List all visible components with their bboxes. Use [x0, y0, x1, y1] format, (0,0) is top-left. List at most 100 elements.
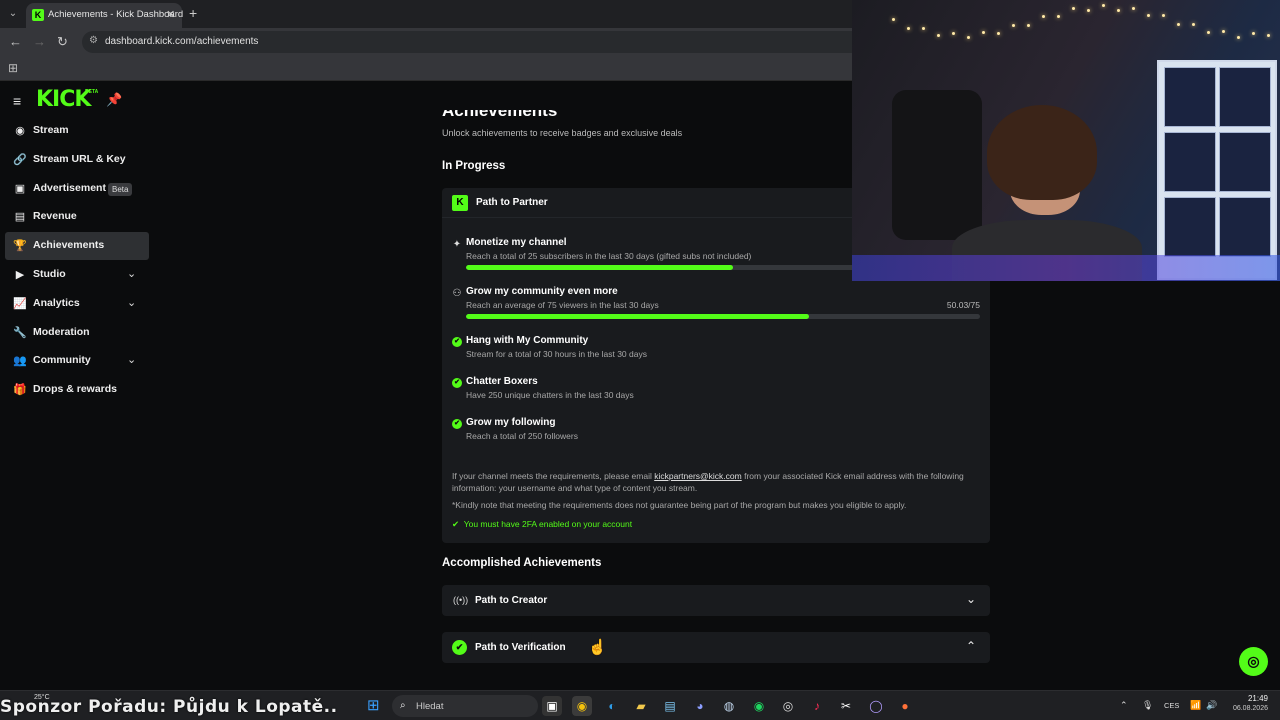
- chevron-down-icon[interactable]: ⌄: [966, 592, 976, 606]
- verified-badge-icon: ✔: [452, 640, 467, 655]
- fairy-light: [1027, 23, 1030, 27]
- requirement-title: Hang with My Community: [466, 335, 589, 346]
- bookmarks-bar: ⊞: [0, 56, 852, 81]
- sidebar-item-revenue[interactable]: ▤ Revenue: [5, 203, 149, 231]
- address-bar[interactable]: ⚙ dashboard.kick.com/achievements: [82, 31, 852, 53]
- sidebar-item-stream-url-key[interactable]: 🔗 Stream URL & Key: [5, 146, 149, 174]
- volume-icon[interactable]: 🔊: [1206, 700, 1217, 711]
- sidebar-item-analytics[interactable]: 📈 Analytics ⌄: [5, 290, 149, 318]
- windows-start-icon[interactable]: ⊞: [367, 698, 383, 714]
- partner-disclaimer: *Kindly note that meeting the requiremen…: [452, 500, 907, 510]
- capcut-icon[interactable]: ✂: [836, 696, 856, 716]
- accomplished-title: Path to Verification: [475, 642, 566, 653]
- broadcast-icon: ((•)): [453, 595, 469, 605]
- requirement-description: Reach an average of 75 viewers in the la…: [466, 300, 659, 310]
- taskbar-date[interactable]: 06.08.2026: [1222, 705, 1268, 712]
- menu-icon[interactable]: ≡: [13, 93, 21, 109]
- forward-icon[interactable]: →: [33, 34, 46, 49]
- requirement-title: Grow my community even more: [466, 286, 618, 297]
- site-info-icon[interactable]: ⚙: [89, 35, 98, 46]
- accomplished-item-path-to-verification[interactable]: ✔ Path to Verification ⌃: [442, 632, 990, 663]
- check-circle-icon: ✔: [452, 337, 462, 347]
- partner-note: If your channel meets the requirements, …: [452, 471, 964, 493]
- obs-icon[interactable]: ◎: [778, 696, 798, 716]
- taskbar-time[interactable]: 21:49: [1230, 694, 1268, 703]
- tab-close-icon[interactable]: ✕: [166, 8, 175, 21]
- requirement-title: Chatter Boxers: [466, 376, 538, 387]
- requirement-description: Reach a total of 25 subscribers in the l…: [466, 251, 752, 261]
- fairy-light: [1012, 24, 1015, 28]
- sidebar-item-achievements[interactable]: 🏆 Achievements: [5, 232, 149, 261]
- spotify-icon[interactable]: ◉: [749, 696, 769, 716]
- check-icon: ✔: [452, 519, 460, 529]
- sidebar-item-community[interactable]: 👥 Community ⌄: [5, 347, 149, 375]
- in-progress-heading: In Progress: [442, 160, 506, 172]
- task-view-icon[interactable]: ▣: [542, 696, 562, 716]
- chevron-down-icon[interactable]: ⌄: [127, 353, 136, 366]
- ad-icon: ▣: [14, 182, 26, 195]
- fairy-light: [1267, 34, 1270, 38]
- tray-chevron-icon[interactable]: ⌃: [1120, 700, 1128, 711]
- notepad-icon[interactable]: ▤: [660, 696, 680, 716]
- browser-tab-active[interactable]: K Achievements - Kick Dashboard ✕: [26, 3, 184, 28]
- back-icon[interactable]: ←: [9, 34, 22, 49]
- language-indicator[interactable]: CES: [1164, 701, 1179, 710]
- chevron-up-icon[interactable]: ⌃: [966, 639, 976, 653]
- sidebar-item-label: Analytics: [33, 296, 80, 309]
- fairy-light: [1147, 13, 1150, 17]
- fairy-light: [892, 18, 895, 21]
- check-circle-icon: ✔: [452, 419, 462, 429]
- support-chat-button[interactable]: ◎: [1239, 647, 1268, 676]
- address-url[interactable]: dashboard.kick.com/achievements: [105, 36, 258, 47]
- file-explorer-icon[interactable]: ▰: [631, 696, 651, 716]
- sidebar-item-advertisement[interactable]: ▣ Advertisement Beta: [5, 175, 149, 203]
- sidebar-item-label: Achievements: [33, 239, 105, 252]
- new-tab-button[interactable]: +: [189, 5, 197, 21]
- apps-grid-icon[interactable]: ⊞: [8, 61, 18, 75]
- fairy-light: [967, 35, 970, 39]
- firefox-icon[interactable]: ●: [895, 696, 915, 716]
- sidebar-item-studio[interactable]: ▶ Studio ⌄: [5, 261, 149, 289]
- accomplished-item-path-to-creator[interactable]: ((•)) Path to Creator ⌄: [442, 585, 990, 616]
- reload-icon[interactable]: ↻: [57, 34, 68, 50]
- chevron-down-icon[interactable]: ⌄: [127, 267, 136, 280]
- sidebar-item-moderation[interactable]: 🔧 Moderation: [5, 319, 149, 347]
- pin-icon[interactable]: 📌: [106, 92, 122, 108]
- tab-title: Achievements - Kick Dashboard: [48, 9, 184, 20]
- sidebar-item-stream[interactable]: ◉ Stream: [5, 117, 149, 145]
- tiktok-icon[interactable]: ♪: [807, 696, 827, 716]
- studio-icon: ▶: [15, 269, 25, 281]
- requirement-title: Grow my following: [466, 417, 556, 428]
- partner-email-link[interactable]: kickpartners@kick.com: [654, 471, 742, 481]
- sidebar-item-label: Community: [33, 354, 91, 367]
- chevron-down-icon[interactable]: ⌄: [127, 296, 136, 309]
- edge-icon[interactable]: ◐: [602, 696, 622, 716]
- fairy-light: [1192, 23, 1195, 27]
- fairy-light: [952, 31, 955, 35]
- kick-logo[interactable]: KICK: [36, 87, 91, 113]
- twofa-requirement: ✔ You must have 2FA enabled on your acco…: [452, 519, 633, 529]
- taskbar-search-placeholder: Hledat: [416, 701, 444, 712]
- partner-card-title: Path to Partner: [476, 197, 548, 208]
- discord-icon[interactable]: ◕: [690, 696, 710, 716]
- tab-search-button[interactable]: ⌄: [5, 6, 21, 22]
- progress-fill: [466, 314, 809, 319]
- sidebar-item-label: Drops & rewards: [33, 383, 118, 396]
- fairy-light: [1207, 31, 1210, 35]
- taskbar-search[interactable]: ⌕ Hledat: [392, 695, 538, 717]
- chrome-icon[interactable]: ◉: [572, 696, 592, 716]
- requirement-progress-bar: [466, 314, 980, 319]
- fairy-light: [922, 26, 925, 30]
- sidebar-item-drops-rewards[interactable]: 🎁 Drops & rewards: [5, 376, 149, 404]
- wifi-icon[interactable]: 📶: [1190, 700, 1201, 711]
- steam-icon[interactable]: ◍: [719, 696, 739, 716]
- microphone-icon[interactable]: 🎙: [1142, 700, 1153, 711]
- kick-badge-icon: K: [452, 195, 468, 211]
- fairy-light: [1117, 8, 1120, 12]
- accomplished-heading: Accomplished Achievements: [442, 557, 602, 569]
- trophy-icon: 🏆: [13, 240, 27, 253]
- fairy-light: [1087, 8, 1090, 12]
- webcam-led-strip: [852, 255, 1280, 281]
- fairy-light: [1222, 30, 1225, 34]
- app-circle-icon[interactable]: ◯: [866, 696, 886, 716]
